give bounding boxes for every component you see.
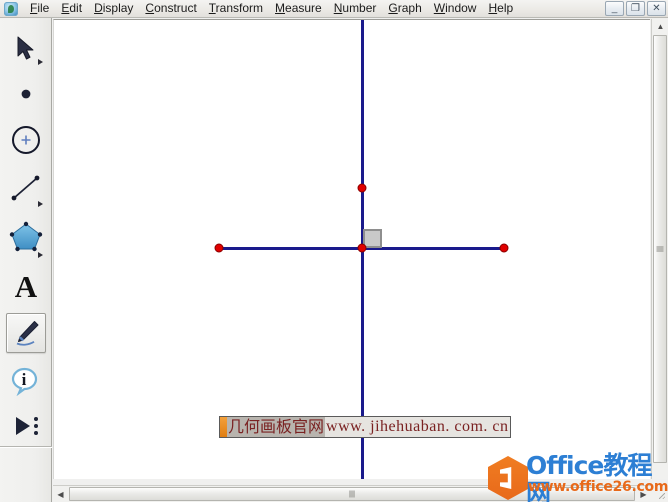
point-intersection[interactable]	[357, 243, 367, 253]
canvas-content: 几何画板官网 www. jihehuaban. com. cn	[54, 20, 650, 479]
vertical-thumb-grip	[656, 246, 664, 252]
minimize-button[interactable]: _	[605, 1, 624, 16]
menu-measure[interactable]: Measure	[269, 0, 328, 17]
menu-display-acc: D	[94, 1, 103, 15]
menu-file[interactable]: File	[24, 0, 55, 17]
menu-file-rest: ile	[37, 1, 50, 15]
info-bubble-icon: i	[11, 367, 38, 396]
menu-number-rest: umber	[342, 1, 377, 15]
menu-edit[interactable]: Edit	[55, 0, 88, 17]
point-icon	[21, 89, 31, 99]
menu-graph[interactable]: Graph	[382, 0, 427, 17]
vertical-scrollbar[interactable]: ▲	[651, 19, 668, 479]
menu-construct[interactable]: Construct	[139, 0, 202, 17]
menu-window[interactable]: Window	[428, 0, 483, 17]
menu-construct-rest: onstruct	[154, 1, 197, 15]
restore-button[interactable]: ❐	[626, 1, 645, 16]
line-segment-icon	[11, 175, 40, 201]
text-tool[interactable]: A	[6, 266, 46, 306]
horizontal-scroll-thumb[interactable]	[69, 487, 635, 501]
menu-transform[interactable]: Transform	[203, 0, 269, 17]
window-controls: _ ❐ ✕	[605, 1, 666, 16]
menu-transform-acc: T	[208, 1, 216, 15]
horizontal-scrollbar[interactable]: ◀ ▶	[53, 485, 651, 502]
menu-display-rest: isplay	[102, 1, 134, 15]
text-object-handle[interactable]	[220, 417, 227, 437]
marker-pen-icon	[16, 321, 39, 346]
menu-transform-rest: ransform	[215, 1, 264, 15]
straightedge-tool-flyout-icon[interactable]	[38, 201, 43, 207]
menu-measure-rest: easure	[285, 1, 322, 15]
play-triangle-icon	[16, 417, 38, 435]
point-left-endpoint[interactable]	[214, 243, 224, 253]
marker-tool[interactable]	[6, 313, 46, 353]
arrow-icon	[17, 36, 34, 60]
scroll-right-arrow[interactable]: ▶	[636, 487, 651, 502]
svg-text:i: i	[22, 370, 27, 389]
toolbox: A i	[0, 18, 52, 502]
vertical-scroll-thumb[interactable]	[653, 35, 667, 463]
text-object-selected-text: 几何画板官网	[227, 417, 326, 437]
menu-graph-rest: raph	[397, 1, 422, 15]
sketch-canvas[interactable]: 几何画板官网 www. jihehuaban. com. cn	[53, 19, 650, 479]
polygon-tool[interactable]	[6, 216, 46, 256]
geometers-sketchpad-icon	[4, 1, 18, 16]
compass-circle-tool[interactable]	[6, 120, 46, 160]
horizontal-thumb-grip	[349, 490, 355, 498]
point-tool[interactable]	[6, 74, 46, 114]
custom-tools[interactable]	[6, 406, 46, 446]
canvas-text-object[interactable]: 几何画板官网 www. jihehuaban. com. cn	[219, 416, 512, 438]
point-right-endpoint[interactable]	[499, 243, 509, 253]
pentagon-icon	[9, 221, 43, 252]
menu-help-rest: elp	[497, 1, 514, 15]
menu-window-rest: indow	[445, 1, 477, 15]
sketchpad-window: File Edit Display Construct Transform Me…	[0, 0, 668, 502]
svg-text:A: A	[15, 270, 38, 302]
menu-number[interactable]: Number	[328, 0, 383, 17]
text-object-url-text: www. jihehuaban. com. cn	[326, 418, 509, 435]
point-on-vertical-line[interactable]	[357, 183, 367, 193]
information-tool[interactable]: i	[6, 361, 46, 401]
toolbox-separator	[0, 446, 52, 448]
scroll-left-arrow[interactable]: ◀	[53, 487, 68, 502]
menu-display[interactable]: Display	[88, 0, 139, 17]
close-button[interactable]: ✕	[647, 1, 666, 16]
arrow-tool-flyout-icon[interactable]	[38, 59, 43, 65]
menu-help[interactable]: Help	[482, 0, 519, 17]
menu-measure-acc: M	[275, 1, 286, 15]
menu-help-acc: H	[488, 1, 498, 15]
menu-edit-rest: dit	[69, 1, 83, 15]
circle-icon	[12, 126, 40, 154]
scroll-up-arrow[interactable]: ▲	[653, 19, 668, 34]
polygon-tool-flyout-icon[interactable]	[38, 252, 43, 258]
text-a-icon: A	[15, 270, 38, 302]
menu-window-acc: W	[433, 1, 446, 15]
resize-corner-grip[interactable]	[651, 485, 668, 502]
menu-graph-acc: G	[388, 1, 398, 15]
menu-bar: File Edit Display Construct Transform Me…	[0, 0, 668, 18]
menu-construct-acc: C	[145, 1, 155, 15]
